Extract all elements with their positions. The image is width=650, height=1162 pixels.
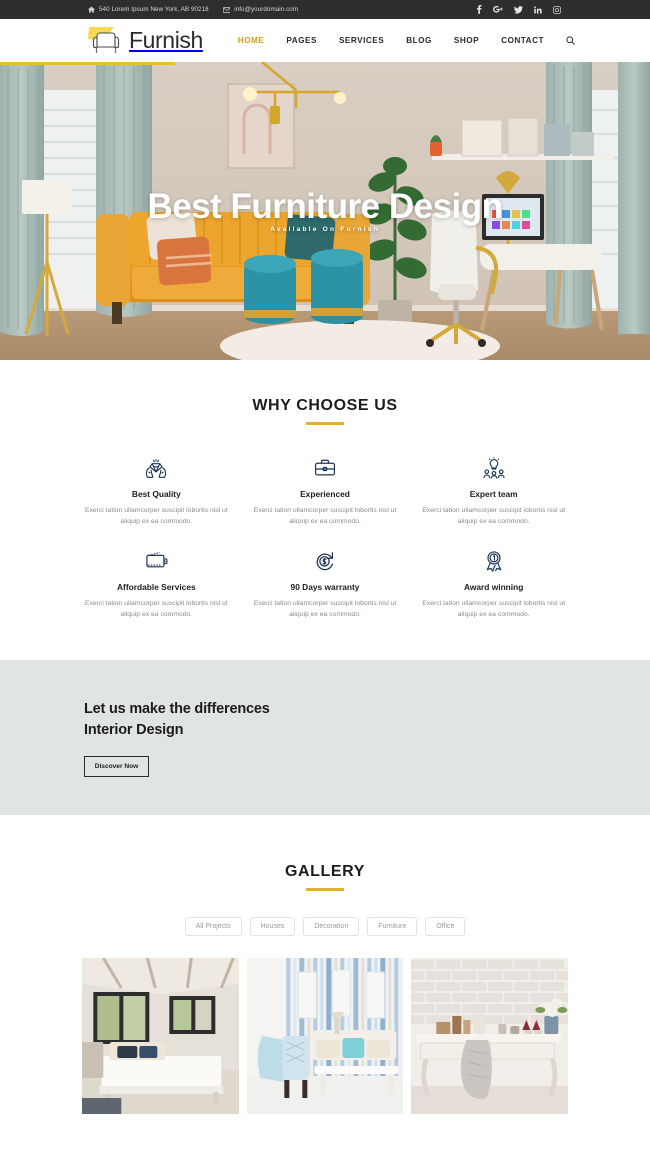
nav-item-blog[interactable]: BLOG <box>395 36 443 45</box>
nav-item-services[interactable]: SERVICES <box>328 36 395 45</box>
site-logo[interactable]: Furnish <box>84 25 203 57</box>
gallery-filter-decoration[interactable]: Decoration <box>303 916 360 936</box>
feature-card-affordable-services: Affordable Services Exerci tation ullamc… <box>72 548 241 620</box>
address-text: 540 Lorem Ipsum New York, AB 90218 <box>99 6 209 13</box>
feature-description: Exerci tation ullamcorper suscipit lobor… <box>84 599 228 619</box>
email-text: info@yourdomain.com <box>234 6 299 13</box>
briefcase-icon <box>247 455 404 481</box>
feature-title: Best Quality <box>131 488 181 499</box>
discover-now-button[interactable]: Discover Now <box>84 756 149 778</box>
feature-title: Expert team <box>469 488 518 499</box>
hero-accent-bar <box>0 62 175 65</box>
console-table-photo <box>411 957 568 1114</box>
band-heading-line-1: Let us make the differences <box>84 700 270 717</box>
nav-menu: HOME PAGES SERVICES BLOG SHOP CONTACT <box>227 36 575 45</box>
feature-card-award-winning: Award winning Exerci tation ullamcorper … <box>409 548 578 620</box>
feature-description: Exerci tation ullamcorper suscipit lobor… <box>84 506 228 525</box>
hero-title: Best Furniture Design <box>147 187 503 226</box>
envelope-icon <box>222 6 231 13</box>
social-links <box>477 5 636 14</box>
gallery-item-living-room[interactable] <box>246 957 404 1114</box>
page-bottom-spacer <box>0 1113 650 1162</box>
home-icon <box>88 6 95 13</box>
feature-card-90-days-warranty: 90 Days warranty Exerci tation ullamcorp… <box>241 548 410 620</box>
feature-title: 90 Days warranty <box>290 581 360 592</box>
nav-item-contact[interactable]: CONTACT <box>490 36 555 45</box>
gallery-filter-office[interactable]: Office <box>425 916 466 936</box>
living-room-photo <box>246 957 404 1114</box>
band-heading: Let us make the differences Interior Des… <box>84 699 650 743</box>
nav-item-home[interactable]: HOME <box>227 36 276 45</box>
feature-description: Exerci tation ullamcorper suscipit lobor… <box>253 599 397 619</box>
google-plus-icon[interactable] <box>493 5 503 14</box>
gallery-section: GALLERY All Projects Houses Decoration F… <box>0 815 650 1114</box>
feature-description: Exerci tation ullamcorper suscipit lobor… <box>422 599 566 619</box>
lightbulb-team-icon <box>415 455 572 481</box>
email-item[interactable]: info@yourdomain.com <box>222 6 299 13</box>
gallery-title: GALLERY <box>284 863 366 881</box>
gallery-filter-furniture[interactable]: Furniture <box>367 916 418 936</box>
armchair-logo-icon <box>84 25 124 57</box>
gallery-grid <box>0 936 650 1114</box>
facebook-icon[interactable] <box>477 5 482 14</box>
feature-card-experienced: Experienced Exerci tation ullamcorper su… <box>241 455 410 527</box>
differences-band: Let us make the differences Interior Des… <box>0 660 650 816</box>
feature-description: Exerci tation ullamcorper suscipit lobor… <box>422 506 566 525</box>
feature-title: Award winning <box>463 581 524 592</box>
gallery-filter-bar: All Projects Houses Decoration Furniture… <box>0 916 650 936</box>
top-bar: 540 Lorem Ipsum New York, AB 90218 info@… <box>0 0 650 19</box>
top-bar-contact-group: 540 Lorem Ipsum New York, AB 90218 info@… <box>88 6 298 13</box>
gallery-heading: GALLERY <box>0 863 650 891</box>
address-item: 540 Lorem Ipsum New York, AB 90218 <box>88 6 209 13</box>
band-heading-line-2: Interior Design <box>84 722 184 739</box>
hero-subtitle: Available On Furnish <box>270 226 380 233</box>
feature-title: Affordable Services <box>116 581 196 592</box>
feature-title: Experienced <box>300 488 350 499</box>
why-heading: WHY CHOOSE US <box>0 397 650 425</box>
gallery-item-console-table[interactable] <box>411 957 568 1114</box>
hero-banner: Best Furniture Design Available On Furni… <box>0 62 650 360</box>
why-choose-us-section: WHY CHOOSE US Best Quality Exerci tation… <box>0 360 650 621</box>
diamond-in-hands-icon <box>78 455 235 481</box>
money-back-icon <box>247 548 404 574</box>
twitter-icon[interactable] <box>514 5 523 14</box>
gallery-filter-houses[interactable]: Houses <box>249 916 296 936</box>
gallery-item-bedroom[interactable] <box>82 957 239 1114</box>
gallery-filter-all-projects[interactable]: All Projects <box>184 916 242 936</box>
bedroom-photo <box>82 957 239 1114</box>
nav-item-shop[interactable]: SHOP <box>443 36 490 45</box>
wallet-icon <box>78 548 235 574</box>
brand-name: Furnish <box>129 27 203 53</box>
search-icon[interactable] <box>555 36 575 45</box>
main-navbar: Furnish HOME PAGES SERVICES BLOG SHOP CO… <box>0 19 650 62</box>
nav-item-pages[interactable]: PAGES <box>275 36 328 45</box>
feature-card-expert-team: Expert team Exerci tation ullamcorper su… <box>409 455 578 527</box>
gallery-title-underline <box>306 888 344 891</box>
feature-description: Exerci tation ullamcorper suscipit lobor… <box>253 506 397 525</box>
award-medal-icon <box>415 548 572 574</box>
hero-caption: Best Furniture Design Available On Furni… <box>0 189 650 233</box>
feature-grid: Best Quality Exerci tation ullamcorper s… <box>0 425 650 621</box>
linkedin-icon[interactable] <box>534 5 542 14</box>
instagram-icon[interactable] <box>553 5 561 14</box>
feature-card-best-quality: Best Quality Exerci tation ullamcorper s… <box>72 455 241 527</box>
why-title: WHY CHOOSE US <box>252 397 398 414</box>
